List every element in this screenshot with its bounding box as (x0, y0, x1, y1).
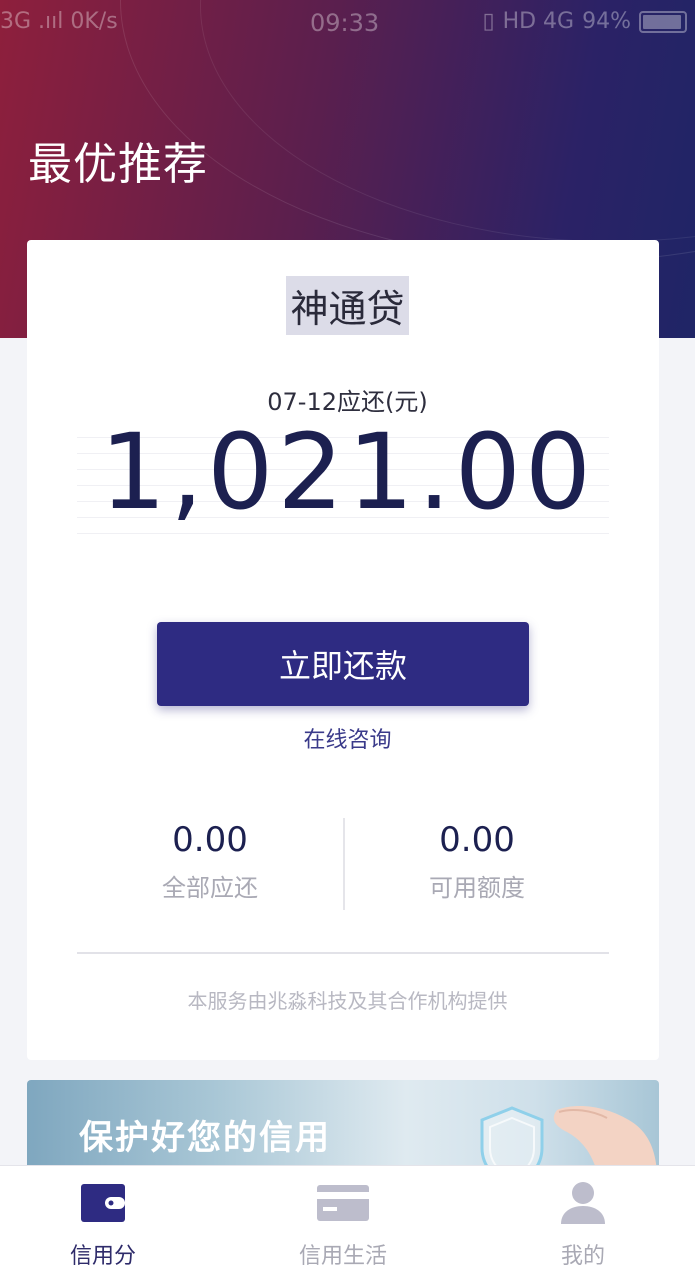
tab-credit-score-label: 信用分 (69, 1244, 136, 1269)
vibrate-icon: ▯ (482, 9, 495, 34)
stat-total-due: 0.00 全部应还 (110, 820, 310, 903)
tab-credit-score[interactable]: 信用分 (3, 1166, 203, 1277)
amount-due: 1,021.00 (99, 411, 596, 533)
stat-divider (343, 818, 345, 910)
product-name: 神通贷 (0, 276, 695, 335)
status-time: 09:33 (310, 9, 380, 37)
status-right-group: ▯ HD 4G 94% (482, 9, 687, 34)
status-bar: 3G .ııl 0K/s 09:33 ▯ HD 4G 94% (0, 0, 695, 46)
online-consult-link[interactable]: 在线咨询 (0, 722, 695, 754)
person-icon (561, 1182, 605, 1224)
wallet-icon (81, 1184, 125, 1222)
tab-credit-life[interactable]: 信用生活 (243, 1166, 443, 1277)
bottom-tab-bar: 信用分 信用生活 我的 (0, 1165, 695, 1277)
provider-note: 本服务由兆淼科技及其合作机构提供 (187, 989, 508, 1013)
app-root: 3G .ııl 0K/s 09:33 ▯ HD 4G 94% 最优推荐 神通贷 … (0, 0, 695, 1277)
stat-available-credit: 0.00 可用额度 (377, 820, 577, 903)
signal-speed-indicator: 3G .ııl 0K/s (0, 9, 118, 34)
divider (77, 952, 609, 954)
page-title: 最优推荐 (28, 139, 208, 190)
stat-total-due-label: 全部应还 (162, 874, 258, 902)
stat-available-credit-label: 可用额度 (429, 874, 525, 902)
tab-mine[interactable]: 我的 (483, 1166, 683, 1277)
product-name-text: 神通贷 (286, 276, 409, 335)
repay-now-button[interactable]: 立即还款 (157, 622, 529, 706)
tab-credit-life-label: 信用生活 (298, 1244, 387, 1269)
stat-total-due-value: 0.00 (172, 820, 248, 860)
stat-available-credit-value: 0.00 (439, 820, 515, 860)
banner-text: 保护好您的信用 (79, 1118, 331, 1158)
battery-percent: 94% (582, 9, 631, 34)
tab-mine-label: 我的 (560, 1244, 605, 1269)
card-icon (317, 1185, 369, 1221)
hand-icon (553, 1106, 657, 1172)
battery-icon (639, 10, 687, 33)
network-type: HD 4G (502, 9, 575, 34)
